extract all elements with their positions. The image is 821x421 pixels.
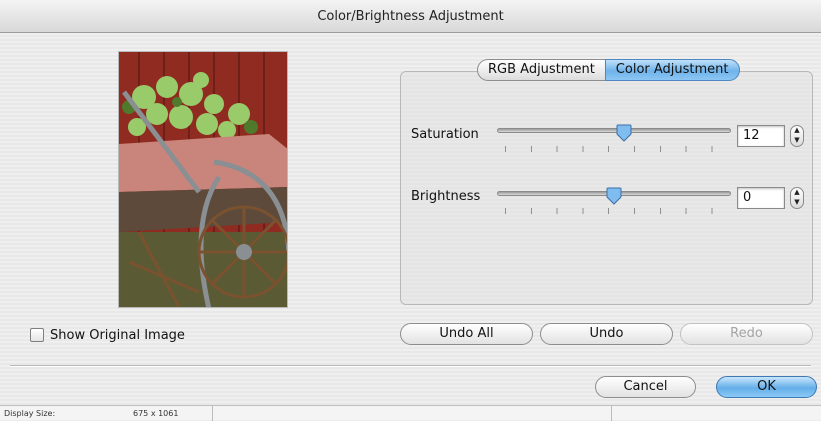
- saturation-value-field[interactable]: 12: [737, 125, 785, 147]
- adjustment-tabs: RGB Adjustment Color Adjustment: [477, 59, 740, 81]
- redo-button[interactable]: Redo: [680, 323, 813, 345]
- status-divider: [611, 406, 612, 421]
- show-original-label: Show Original Image: [50, 327, 185, 343]
- tab-color-adjustment[interactable]: Color Adjustment: [604, 59, 740, 81]
- saturation-stepper[interactable]: ▲ ▼: [790, 125, 804, 147]
- image-preview: [118, 51, 288, 308]
- stepper-down-icon[interactable]: ▼: [791, 198, 803, 208]
- tab-rgb-adjustment[interactable]: RGB Adjustment: [477, 59, 605, 81]
- stepper-up-icon[interactable]: ▲: [791, 126, 803, 136]
- brightness-value-field[interactable]: 0: [737, 187, 785, 209]
- status-divider: [212, 406, 213, 421]
- brightness-label: Brightness: [411, 189, 481, 204]
- stepper-down-icon[interactable]: ▼: [791, 136, 803, 146]
- brightness-slider-thumb[interactable]: [606, 187, 622, 205]
- show-original-checkbox[interactable]: [30, 328, 44, 342]
- saturation-label: Saturation: [411, 127, 479, 142]
- brightness-stepper[interactable]: ▲ ▼: [790, 187, 804, 209]
- display-size-label: Display Size:: [4, 409, 56, 418]
- saturation-slider-track[interactable]: [497, 128, 731, 133]
- status-bar: Display Size: 675 x 1061: [0, 405, 821, 421]
- brightness-slider-ticks: [505, 208, 725, 214]
- ok-button[interactable]: OK: [716, 376, 817, 398]
- undo-all-button[interactable]: Undo All: [400, 323, 533, 345]
- window-title: Color/Brightness Adjustment: [0, 0, 821, 33]
- separator: [10, 365, 811, 367]
- cancel-button[interactable]: Cancel: [595, 376, 696, 398]
- show-original-row[interactable]: Show Original Image: [30, 326, 185, 344]
- undo-button[interactable]: Undo: [540, 323, 673, 345]
- photo-preview-graphic: [119, 52, 287, 307]
- saturation-slider-ticks: [505, 146, 725, 152]
- saturation-slider-thumb[interactable]: [616, 124, 632, 142]
- display-size-value: 675 x 1061: [133, 409, 179, 418]
- stepper-up-icon[interactable]: ▲: [791, 188, 803, 198]
